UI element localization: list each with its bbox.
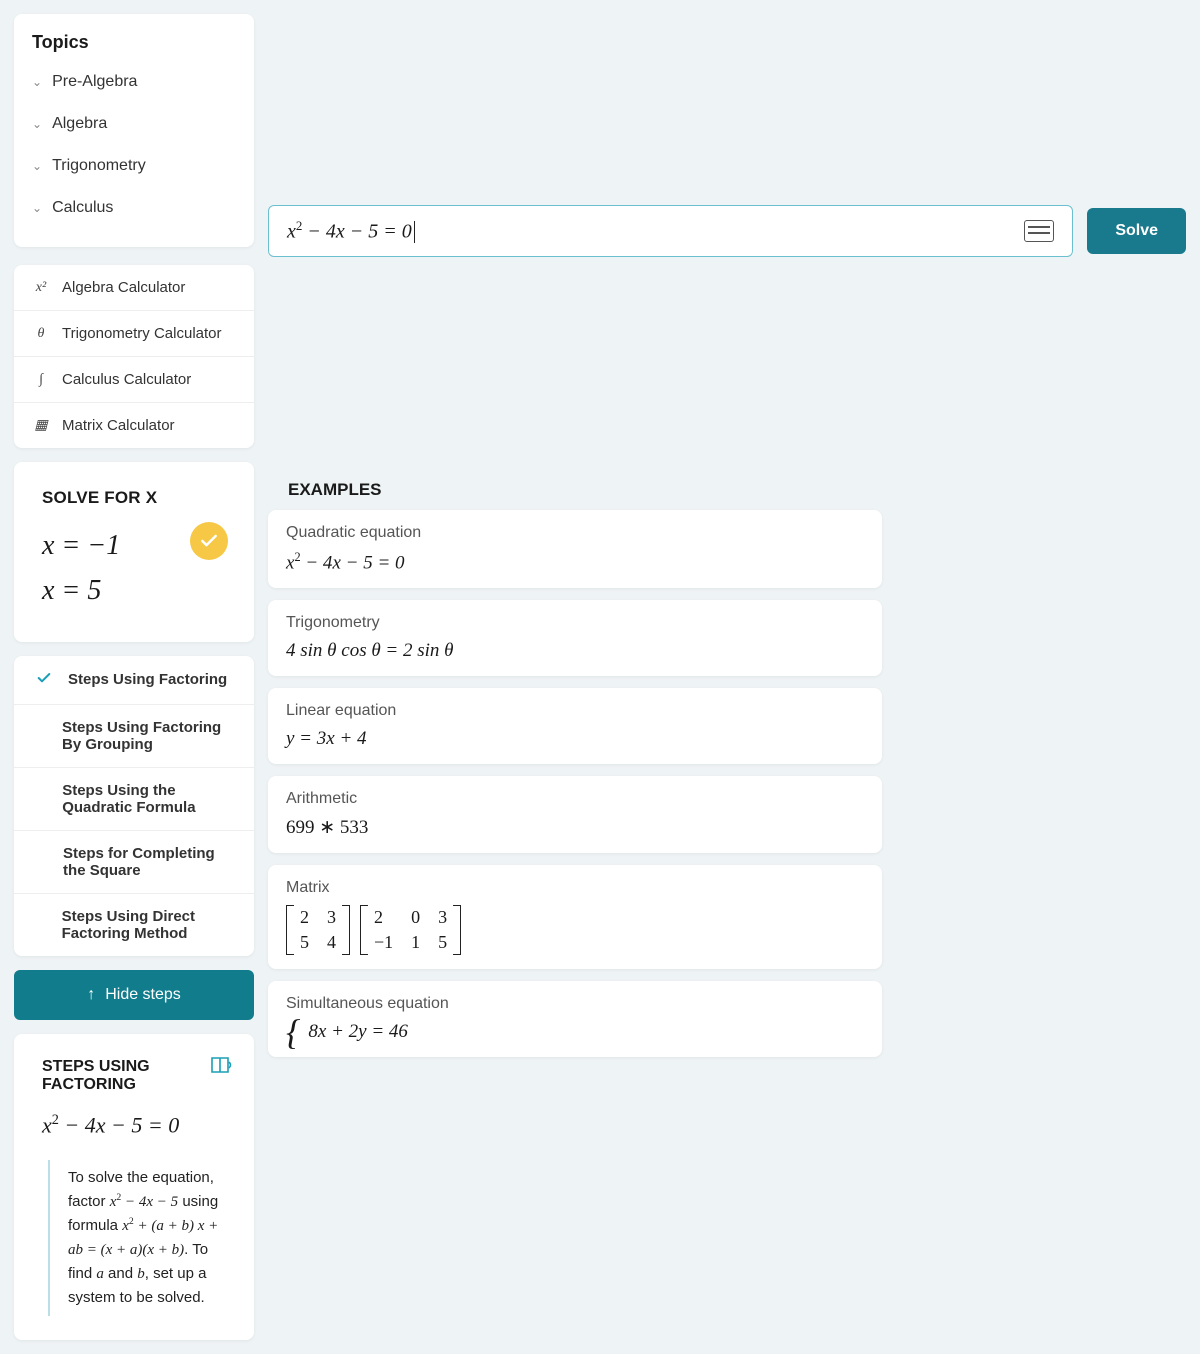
solve-heading: SOLVE FOR X	[42, 488, 226, 508]
example-math: 4 sin θ cos θ = 2 sin θ	[286, 640, 864, 662]
theta-icon: θ	[32, 326, 50, 342]
tool-label: Matrix Calculator	[62, 417, 175, 434]
topic-algebra[interactable]: ⌄ Algebra	[14, 103, 254, 145]
step-method-label: Steps Using Factoring	[68, 671, 227, 688]
tool-trigonometry-calculator[interactable]: θ Trigonometry Calculator	[14, 311, 254, 357]
explanation-block: To solve the equation, factor x2 − 4x − …	[48, 1160, 226, 1316]
tools-panel: x² Algebra Calculator θ Trigonometry Cal…	[14, 265, 254, 448]
example-label: Quadratic equation	[286, 524, 864, 542]
equation-text: x2 − 4x − 5 = 0	[287, 218, 420, 244]
tool-calculus-calculator[interactable]: ∫ Calculus Calculator	[14, 357, 254, 403]
solution-2: x = 5	[42, 569, 226, 614]
topic-label: Calculus	[52, 199, 113, 217]
tool-label: Trigonometry Calculator	[62, 325, 222, 342]
hide-steps-button[interactable]: ↑ Hide steps	[14, 970, 254, 1020]
steps-detail-card: STEPS USING FACTORING x2 − 4x − 5 = 0 To…	[14, 1034, 254, 1340]
topic-label: Pre-Algebra	[52, 73, 137, 91]
detail-equation: x2 − 4x − 5 = 0	[42, 1112, 226, 1138]
example-simultaneous[interactable]: Simultaneous equation { 8x + 2y = 46	[268, 981, 882, 1057]
arrow-up-icon: ↑	[87, 986, 95, 1004]
example-label: Arithmetic	[286, 790, 864, 808]
top-input-row: x2 − 4x − 5 = 0 Solve	[268, 14, 1186, 448]
topics-panel: Topics ⌄ Pre-Algebra ⌄ Algebra ⌄ Trigono…	[14, 14, 254, 247]
tool-matrix-calculator[interactable]: ▦ Matrix Calculator	[14, 403, 254, 448]
example-math: x2 − 4x − 5 = 0	[286, 550, 864, 574]
step-method-quadratic-formula[interactable]: Steps Using the Quadratic Formula	[14, 768, 254, 831]
step-method-grouping[interactable]: Steps Using Factoring By Grouping	[14, 705, 254, 768]
brace-icon: {	[286, 1023, 300, 1041]
step-method-completing-square[interactable]: Steps for Completing the Square	[14, 831, 254, 894]
verified-badge-icon	[190, 522, 228, 560]
topic-trigonometry[interactable]: ⌄ Trigonometry	[14, 145, 254, 187]
step-method-label: Steps Using Direct Factoring Method	[62, 908, 232, 942]
step-method-label: Steps Using Factoring By Grouping	[62, 719, 232, 753]
chevron-down-icon: ⌄	[32, 159, 42, 173]
chevron-down-icon: ⌄	[32, 75, 42, 89]
step-method-list: Steps Using Factoring Steps Using Factor…	[14, 656, 254, 956]
solve-card: SOLVE FOR X x = −1 x = 5	[14, 462, 254, 642]
step-method-direct-factoring[interactable]: Steps Using Direct Factoring Method	[14, 894, 254, 956]
tool-label: Calculus Calculator	[62, 371, 191, 388]
keyboard-icon[interactable]	[1024, 220, 1054, 242]
solve-button[interactable]: Solve	[1087, 208, 1186, 254]
step-method-label: Steps for Completing the Square	[63, 845, 232, 879]
topic-pre-algebra[interactable]: ⌄ Pre-Algebra	[14, 61, 254, 103]
immersive-reader-icon[interactable]	[210, 1054, 234, 1081]
topic-label: Algebra	[52, 115, 107, 133]
example-label: Matrix	[286, 879, 864, 897]
example-math: 699 ∗ 533	[286, 816, 864, 839]
topics-title: Topics	[14, 32, 254, 61]
example-trigonometry[interactable]: Trigonometry 4 sin θ cos θ = 2 sin θ	[268, 600, 882, 676]
examples-title: EXAMPLES	[268, 462, 882, 510]
chevron-down-icon: ⌄	[32, 201, 42, 215]
step-method-factoring[interactable]: Steps Using Factoring	[14, 656, 254, 705]
example-label: Trigonometry	[286, 614, 864, 632]
tool-label: Algebra Calculator	[62, 279, 185, 296]
step-method-label: Steps Using the Quadratic Formula	[62, 782, 232, 816]
example-arithmetic[interactable]: Arithmetic 699 ∗ 533	[268, 776, 882, 853]
check-icon	[36, 670, 54, 690]
example-quadratic[interactable]: Quadratic equation x2 − 4x − 5 = 0	[268, 510, 882, 588]
integral-icon: ∫	[32, 372, 50, 388]
explanation-text: To solve the equation, factor x2 − 4x − …	[68, 1166, 226, 1310]
example-label: Simultaneous equation	[286, 995, 864, 1013]
example-linear[interactable]: Linear equation y = 3x + 4	[268, 688, 882, 764]
tool-algebra-calculator[interactable]: x² Algebra Calculator	[14, 265, 254, 311]
example-matrix[interactable]: Matrix 2354 203−115	[268, 865, 882, 969]
example-math: y = 3x + 4	[286, 728, 864, 750]
example-math: 2354 203−115	[286, 905, 864, 955]
x-squared-icon: x²	[32, 280, 50, 296]
chevron-down-icon: ⌄	[32, 117, 42, 131]
example-label: Linear equation	[286, 702, 864, 720]
topic-calculus[interactable]: ⌄ Calculus	[14, 187, 254, 229]
example-math: { 8x + 2y = 46	[286, 1021, 864, 1043]
matrix-icon: ▦	[32, 417, 50, 434]
hide-steps-label: Hide steps	[105, 986, 181, 1004]
detail-heading: STEPS USING FACTORING	[42, 1058, 226, 1094]
equation-input[interactable]: x2 − 4x − 5 = 0	[268, 205, 1073, 257]
topic-label: Trigonometry	[52, 157, 146, 175]
